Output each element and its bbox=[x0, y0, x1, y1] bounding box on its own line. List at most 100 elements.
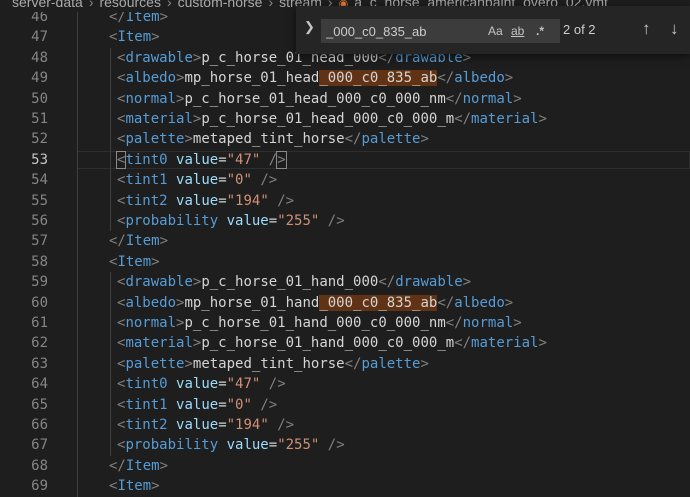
code-token: normal bbox=[125, 315, 177, 331]
line-number: 47 bbox=[31, 29, 48, 46]
code-line[interactable]: 50 <normal>p_c_horse_01_head_000_c0_000_n… bbox=[0, 89, 690, 109]
code-token: Item bbox=[125, 457, 160, 474]
code-token: drawable bbox=[395, 274, 463, 291]
code-line[interactable]: 68 </Item> bbox=[0, 456, 690, 476]
code-line[interactable]: 63 <palette>metaped_tint_horse</palette> bbox=[0, 354, 690, 374]
code-token: > bbox=[504, 70, 514, 87]
code-token: "0" bbox=[226, 396, 252, 413]
code-token: /> bbox=[327, 213, 345, 229]
line-number: 52 bbox=[31, 131, 48, 148]
indent-guide bbox=[77, 7, 78, 497]
code-line[interactable]: 67 <probability value="255" /> bbox=[0, 435, 690, 455]
code-token: = bbox=[218, 172, 227, 189]
chevron-right-icon[interactable]: ❯ bbox=[304, 19, 315, 35]
code-token: normal bbox=[125, 90, 177, 107]
code-line[interactable]: 53 <tint0 value="47" /> bbox=[0, 150, 690, 170]
code-token: "47" bbox=[226, 376, 261, 393]
code-token: = bbox=[218, 151, 227, 168]
line-number: 54 bbox=[31, 172, 48, 189]
code-line[interactable]: 60 <albedo>mp_horse_01_hand_000_c0_835_ab… bbox=[0, 293, 690, 313]
line-number: 64 bbox=[31, 376, 48, 393]
code-line[interactable]: 57 </Item> bbox=[0, 231, 690, 251]
code-token: value bbox=[176, 376, 219, 393]
code-token: = bbox=[268, 437, 278, 454]
code-token: material bbox=[471, 335, 539, 352]
code-token: > bbox=[151, 253, 160, 270]
find-match-highlight: _000_c0_835_ab bbox=[319, 70, 438, 87]
code-token: </ bbox=[344, 131, 362, 148]
arrow-up-icon[interactable]: ↑ bbox=[642, 19, 651, 39]
code-token: </ bbox=[437, 294, 455, 311]
line-code: </Item> bbox=[109, 231, 168, 251]
breadcrumb-item-custom-horse[interactable]: custom-horse bbox=[178, 0, 263, 10]
code-line[interactable]: 52 <palette>metaped_tint_horse</palette> bbox=[0, 129, 690, 149]
line-code: <tint1 value="0" /> bbox=[117, 170, 277, 190]
code-token: material bbox=[471, 111, 539, 127]
code-token: = bbox=[218, 376, 227, 393]
code-line[interactable]: 49 <albedo>mp_horse_01_head_000_c0_835_ab… bbox=[0, 68, 690, 88]
code-line[interactable]: 56 <probability value="255" /> bbox=[0, 211, 690, 231]
code-token: material bbox=[125, 111, 193, 127]
line-code: <tint1 value="0" /> bbox=[117, 395, 277, 415]
chevron-right-icon: › bbox=[88, 0, 94, 10]
line-code: <material>p_c_horse_01_head_000_c0_000_m… bbox=[117, 109, 547, 129]
line-number: 51 bbox=[31, 111, 48, 127]
find-match-highlight: _000_c0_835_ab bbox=[319, 294, 438, 311]
code-token: value bbox=[226, 437, 269, 454]
code-token: metaped_tint_horse bbox=[192, 355, 345, 372]
code-token: value bbox=[176, 172, 219, 189]
code-token: > bbox=[420, 355, 429, 372]
line-number: 58 bbox=[31, 253, 48, 270]
line-code: <albedo>mp_horse_01_hand_000_c0_835_ab</… bbox=[117, 293, 513, 313]
code-line[interactable]: 59 <drawable>p_c_horse_01_hand_000</drawa… bbox=[0, 272, 690, 292]
code-line[interactable]: 69 <Item> bbox=[0, 476, 690, 496]
code-token: value bbox=[226, 213, 269, 229]
code-token: p_c_horse_01_head_000_c0_000_m bbox=[201, 111, 455, 127]
breadcrumb-item-server-data[interactable]: server-data bbox=[12, 0, 83, 10]
line-number: 67 bbox=[31, 437, 48, 454]
arrow-down-icon[interactable]: ↓ bbox=[670, 19, 679, 39]
code-token: Item bbox=[125, 233, 160, 250]
code-token: > bbox=[151, 478, 160, 495]
line-code: <probability value="255" /> bbox=[117, 435, 345, 455]
code-token: > bbox=[504, 294, 514, 311]
code-token: </ bbox=[445, 315, 463, 331]
line-code: <Item> bbox=[109, 476, 160, 496]
find-input-box: Aa ab .* bbox=[321, 19, 560, 43]
code-token: Item bbox=[117, 29, 152, 46]
regex-toggle[interactable]: .* bbox=[536, 24, 544, 38]
find-input[interactable] bbox=[326, 21, 486, 41]
code-editor[interactable]: 46 </Item> 47 <Item> 48 <drawable>p_c_horse_0… bbox=[0, 7, 690, 497]
code-token: / bbox=[268, 151, 278, 168]
match-case-toggle[interactable]: Aa bbox=[488, 24, 503, 38]
breadcrumb-item-resources[interactable]: resources bbox=[99, 0, 160, 10]
code-line[interactable]: 55 <tint2 value="194" /> bbox=[0, 191, 690, 211]
code-token: tint1 bbox=[125, 172, 168, 189]
line-code: <tint2 value="194" /> bbox=[117, 415, 294, 435]
code-token: value bbox=[176, 192, 219, 209]
code-line[interactable]: 54 <tint1 value="0" /> bbox=[0, 170, 690, 190]
whole-word-toggle[interactable]: ab bbox=[511, 24, 524, 38]
code-token: /> bbox=[260, 172, 278, 189]
code-line[interactable]: 62 <material>p_c_horse_01_hand_000_c0_000… bbox=[0, 333, 690, 353]
code-token: p_c_horse_01_hand_000_c0_000_nm bbox=[184, 315, 446, 331]
line-number: 66 bbox=[31, 417, 48, 433]
code-token: /> bbox=[277, 192, 295, 209]
code-token: > bbox=[159, 233, 169, 250]
code-line[interactable]: 65 <tint1 value="0" /> bbox=[0, 395, 690, 415]
code-line[interactable]: 58 <Item> bbox=[0, 252, 690, 272]
code-token: > bbox=[513, 315, 522, 331]
code-token: </ bbox=[109, 233, 126, 250]
code-line[interactable]: 64 <tint0 value="47" /> bbox=[0, 374, 690, 394]
code-line[interactable]: 51 <material>p_c_horse_01_head_000_c0_000… bbox=[0, 109, 690, 129]
code-line[interactable]: 66 <tint2 value="194" /> bbox=[0, 415, 690, 435]
code-line[interactable]: 61 <normal>p_c_horse_01_hand_000_c0_000_n… bbox=[0, 313, 690, 333]
